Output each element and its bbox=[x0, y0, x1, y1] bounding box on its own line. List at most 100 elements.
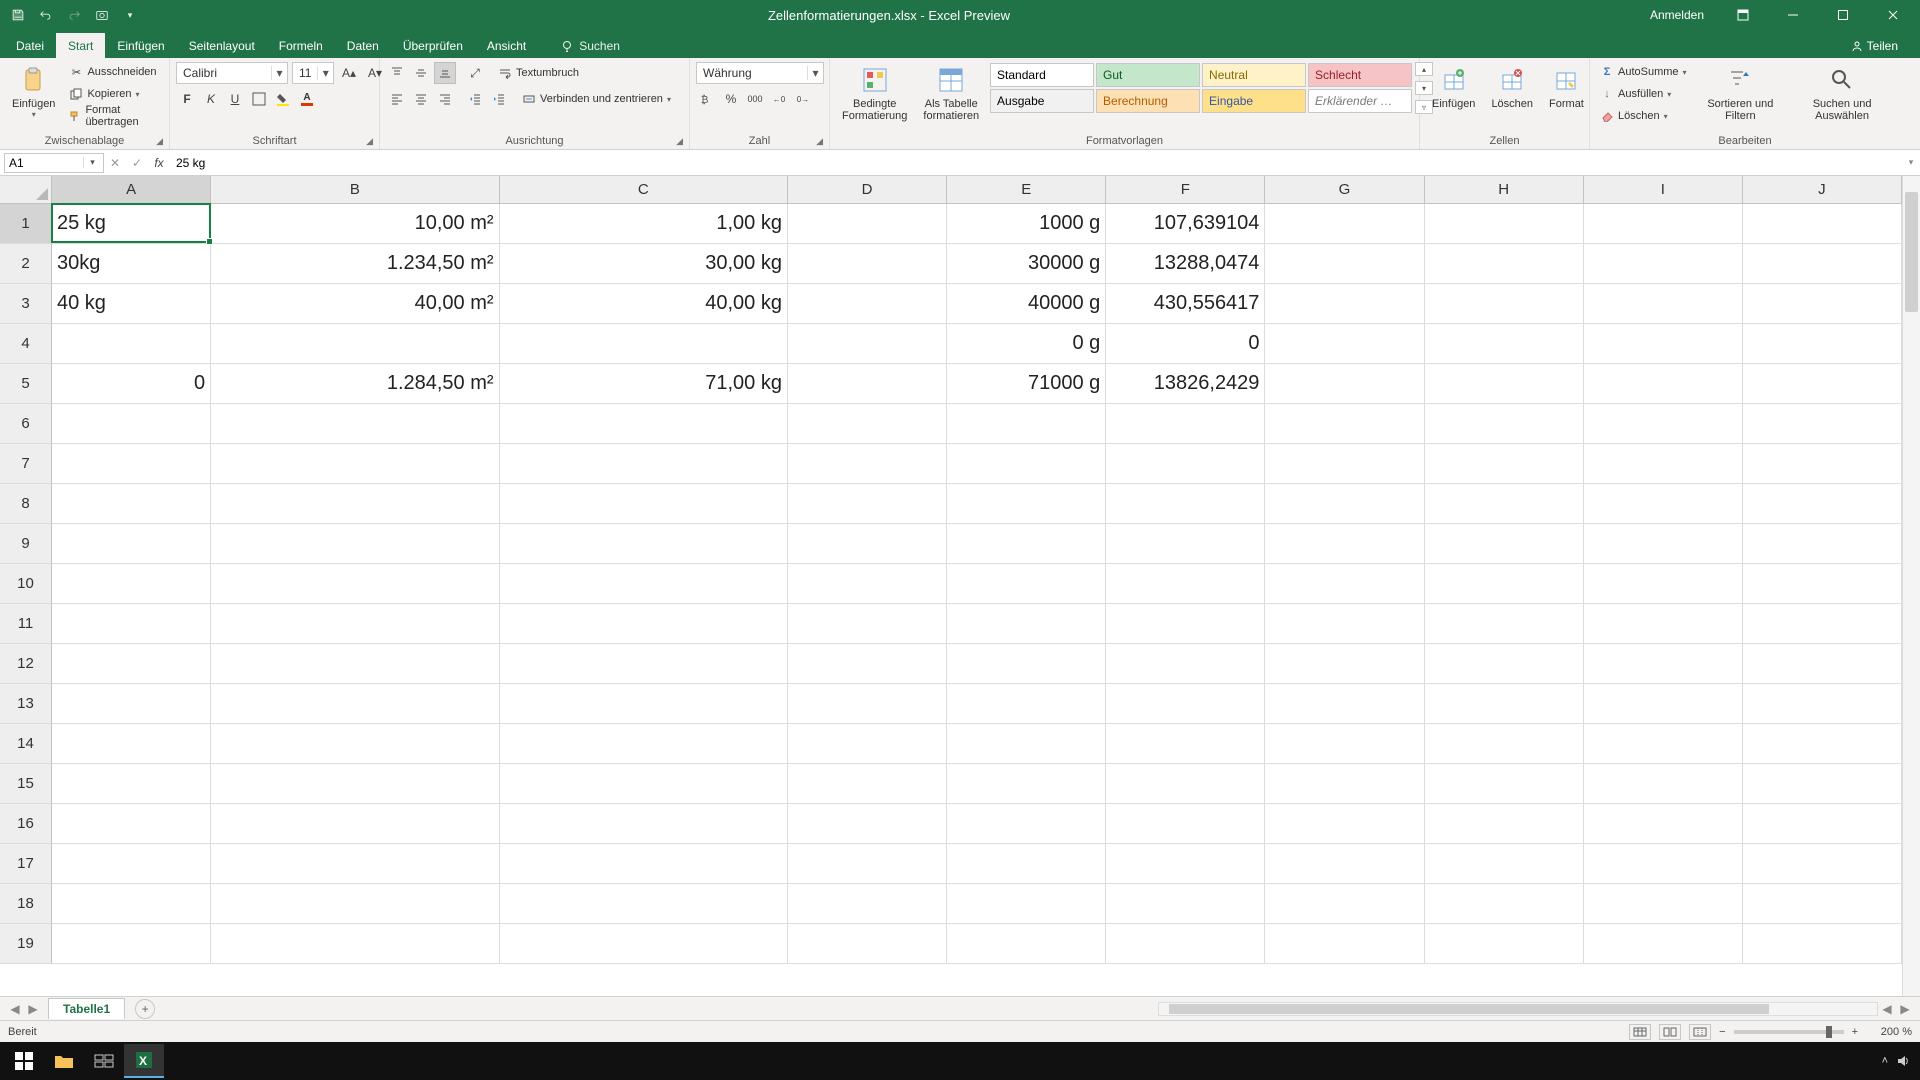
cell-F3[interactable]: 430,556417 bbox=[1106, 284, 1265, 324]
cell-J9[interactable] bbox=[1743, 524, 1902, 564]
zoom-in-icon[interactable]: + bbox=[1852, 1026, 1858, 1038]
camera-icon[interactable] bbox=[92, 5, 112, 25]
cell-A4[interactable] bbox=[52, 324, 211, 364]
column-header-C[interactable]: C bbox=[500, 176, 788, 204]
cell-A10[interactable] bbox=[52, 564, 211, 604]
add-sheet-icon[interactable]: + bbox=[135, 999, 155, 1019]
save-icon[interactable] bbox=[8, 5, 28, 25]
cell-A5[interactable]: 0 bbox=[52, 364, 211, 404]
cell-G13[interactable] bbox=[1265, 684, 1424, 724]
redo-icon[interactable] bbox=[64, 5, 84, 25]
cell-D11[interactable] bbox=[788, 604, 947, 644]
normal-view-icon[interactable] bbox=[1629, 1024, 1651, 1040]
cell-C9[interactable] bbox=[500, 524, 788, 564]
cell-H9[interactable] bbox=[1425, 524, 1584, 564]
sort-filter-button[interactable]: Sortieren und Filtern bbox=[1695, 62, 1787, 124]
cell-G14[interactable] bbox=[1265, 724, 1424, 764]
cells-area[interactable]: 25 kg10,00 m²1,00 kg1000 g107,63910430kg… bbox=[52, 204, 1902, 996]
row-header-19[interactable]: 19 bbox=[0, 924, 52, 964]
cell-C7[interactable] bbox=[500, 444, 788, 484]
cell-G3[interactable] bbox=[1265, 284, 1424, 324]
paste-button[interactable]: Einfügen ▾ bbox=[6, 62, 61, 121]
format-cells-button[interactable]: Format bbox=[1543, 62, 1590, 112]
row-header-10[interactable]: 10 bbox=[0, 564, 52, 604]
cell-G10[interactable] bbox=[1265, 564, 1424, 604]
cell-J13[interactable] bbox=[1743, 684, 1902, 724]
cell-G17[interactable] bbox=[1265, 844, 1424, 884]
cell-D5[interactable] bbox=[788, 364, 947, 404]
cell-D16[interactable] bbox=[788, 804, 947, 844]
cell-A6[interactable] bbox=[52, 404, 211, 444]
format-painter-button[interactable]: Format übertragen bbox=[65, 106, 163, 126]
cell-G11[interactable] bbox=[1265, 604, 1424, 644]
cell-F17[interactable] bbox=[1106, 844, 1265, 884]
cell-J6[interactable] bbox=[1743, 404, 1902, 444]
merge-center-button[interactable]: Verbinden und zentrieren ▾ bbox=[518, 89, 675, 109]
row-header-6[interactable]: 6 bbox=[0, 404, 52, 444]
row-header-13[interactable]: 13 bbox=[0, 684, 52, 724]
cell-C3[interactable]: 40,00 kg bbox=[500, 284, 788, 324]
cell-B15[interactable] bbox=[211, 764, 499, 804]
cell-I8[interactable] bbox=[1584, 484, 1743, 524]
select-all-corner[interactable] bbox=[0, 176, 52, 204]
cell-A12[interactable] bbox=[52, 644, 211, 684]
cell-G16[interactable] bbox=[1265, 804, 1424, 844]
hscroll-right-icon[interactable]: ▶ bbox=[1896, 1000, 1914, 1018]
cell-E9[interactable] bbox=[947, 524, 1106, 564]
cell-H5[interactable] bbox=[1425, 364, 1584, 404]
align-left-icon[interactable] bbox=[386, 88, 408, 110]
chevron-down-icon[interactable]: ▾ bbox=[83, 157, 101, 168]
cell-B18[interactable] bbox=[211, 884, 499, 924]
cell-B13[interactable] bbox=[211, 684, 499, 724]
fill-button[interactable]: ↓Ausfüllen ▾ bbox=[1596, 84, 1691, 104]
underline-button[interactable]: U bbox=[224, 88, 246, 110]
ribbon-tab-seitenlayout[interactable]: Seitenlayout bbox=[177, 33, 267, 58]
cell-H12[interactable] bbox=[1425, 644, 1584, 684]
cell-C5[interactable]: 71,00 kg bbox=[500, 364, 788, 404]
cell-A17[interactable] bbox=[52, 844, 211, 884]
cell-A1[interactable]: 25 kg bbox=[52, 204, 211, 244]
cell-J14[interactable] bbox=[1743, 724, 1902, 764]
excel-taskbar-icon[interactable]: X bbox=[124, 1044, 164, 1078]
cell-F19[interactable] bbox=[1106, 924, 1265, 964]
cell-J18[interactable] bbox=[1743, 884, 1902, 924]
cell-B4[interactable] bbox=[211, 324, 499, 364]
font-color-button[interactable]: A bbox=[296, 88, 318, 110]
cell-J3[interactable] bbox=[1743, 284, 1902, 324]
cell-H14[interactable] bbox=[1425, 724, 1584, 764]
ribbon-tab-ansicht[interactable]: Ansicht bbox=[475, 33, 538, 58]
cell-I1[interactable] bbox=[1584, 204, 1743, 244]
align-right-icon[interactable] bbox=[434, 88, 456, 110]
cell-E3[interactable]: 40000 g bbox=[947, 284, 1106, 324]
alignment-launcher-icon[interactable]: ◢ bbox=[676, 136, 683, 147]
cell-C1[interactable]: 1,00 kg bbox=[500, 204, 788, 244]
cell-A14[interactable] bbox=[52, 724, 211, 764]
conditional-formatting-button[interactable]: Bedingte Formatierung bbox=[836, 62, 913, 124]
row-header-2[interactable]: 2 bbox=[0, 244, 52, 284]
close-icon[interactable] bbox=[1870, 0, 1916, 30]
ribbon-tab-formeln[interactable]: Formeln bbox=[267, 33, 335, 58]
cell-F7[interactable] bbox=[1106, 444, 1265, 484]
cell-C6[interactable] bbox=[500, 404, 788, 444]
cell-J2[interactable] bbox=[1743, 244, 1902, 284]
cell-E8[interactable] bbox=[947, 484, 1106, 524]
zoom-slider[interactable] bbox=[1734, 1030, 1844, 1034]
cell-B19[interactable] bbox=[211, 924, 499, 964]
cell-H11[interactable] bbox=[1425, 604, 1584, 644]
font-name-combo[interactable]: Calibri▾ bbox=[176, 62, 288, 84]
ribbon-tab-start[interactable]: Start bbox=[56, 33, 105, 58]
start-button[interactable] bbox=[4, 1044, 44, 1078]
cell-D6[interactable] bbox=[788, 404, 947, 444]
cell-H8[interactable] bbox=[1425, 484, 1584, 524]
accounting-format-icon[interactable]: ₿ bbox=[696, 88, 718, 110]
cell-D4[interactable] bbox=[788, 324, 947, 364]
cell-H18[interactable] bbox=[1425, 884, 1584, 924]
insert-cells-button[interactable]: Einfügen bbox=[1426, 62, 1481, 112]
tray-volume-icon[interactable] bbox=[1896, 1054, 1910, 1068]
cell-style-erklaerender[interactable]: Erklärender … bbox=[1308, 89, 1412, 113]
cell-G12[interactable] bbox=[1265, 644, 1424, 684]
cell-J11[interactable] bbox=[1743, 604, 1902, 644]
cell-I13[interactable] bbox=[1584, 684, 1743, 724]
cell-F1[interactable]: 107,639104 bbox=[1106, 204, 1265, 244]
row-header-3[interactable]: 3 bbox=[0, 284, 52, 324]
